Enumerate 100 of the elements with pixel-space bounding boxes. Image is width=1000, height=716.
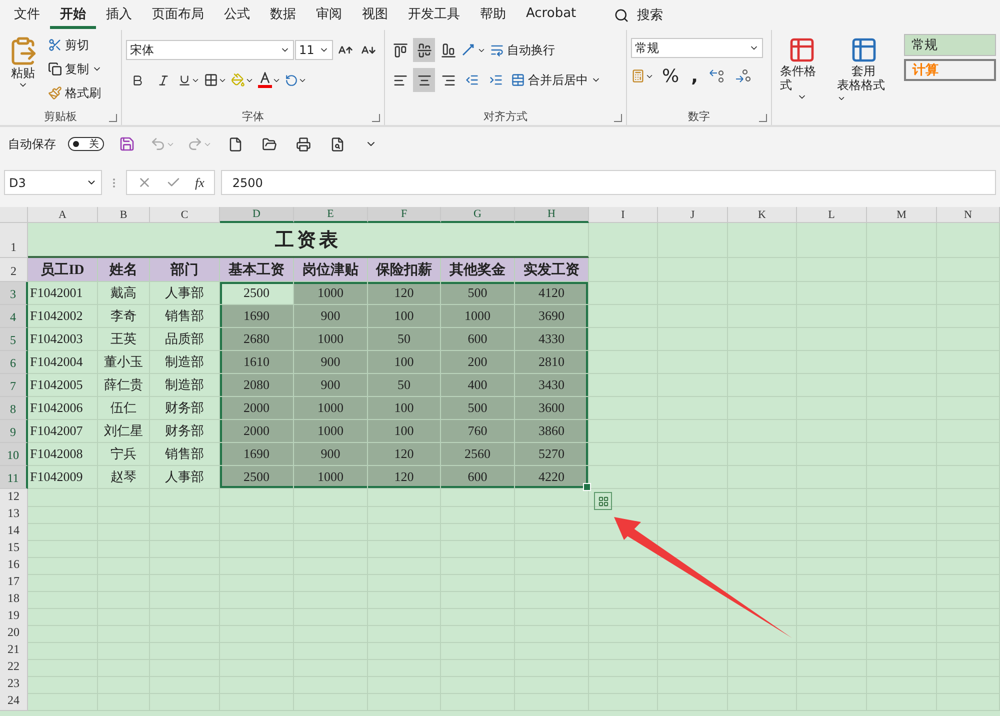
fill-handle[interactable] xyxy=(583,483,591,491)
table-cell: 120 xyxy=(368,466,441,489)
row-header[interactable]: 4 xyxy=(0,305,28,328)
merge-center-button[interactable]: 合并后居中 xyxy=(509,69,603,91)
menu-tab[interactable]: 页面布局 xyxy=(142,1,214,29)
row-header[interactable]: 16 xyxy=(0,557,28,575)
empty-cell xyxy=(589,557,658,575)
launcher-icon[interactable] xyxy=(372,114,380,122)
number-format-select[interactable]: 常规 xyxy=(631,38,763,58)
launcher-icon[interactable] xyxy=(759,114,767,122)
row-header[interactable]: 21 xyxy=(0,642,28,660)
format-painter-button[interactable]: 格式刷 xyxy=(46,82,104,104)
row-header[interactable]: 15 xyxy=(0,540,28,558)
table-cell: 4120 xyxy=(515,282,589,305)
wrap-text-button[interactable]: 自动换行 xyxy=(488,39,557,61)
font-size-select[interactable]: 11 xyxy=(295,40,333,60)
table-cell: 100 xyxy=(368,305,441,328)
table-cell: 3600 xyxy=(515,397,589,420)
percent-button[interactable]: % xyxy=(658,64,684,88)
undo-icon xyxy=(150,136,166,152)
menu-tab[interactable]: 帮助 xyxy=(470,1,516,29)
column-header[interactable]: B xyxy=(98,207,150,223)
table-cell: 760 xyxy=(441,420,515,443)
row-header[interactable]: 14 xyxy=(0,523,28,541)
row-header[interactable]: 11 xyxy=(0,466,28,489)
column-header[interactable]: J xyxy=(658,207,728,223)
table-cell: 1690 xyxy=(220,305,294,328)
column-header[interactable]: E xyxy=(294,207,368,223)
column-header[interactable]: L xyxy=(797,207,867,223)
name-box[interactable]: D3 xyxy=(4,170,102,195)
align-icon[interactable] xyxy=(413,38,435,62)
column-heading: 岗位津贴 xyxy=(294,258,368,282)
search-button[interactable]: 搜索 xyxy=(614,6,664,24)
column-header[interactable]: M xyxy=(867,207,937,223)
column-header[interactable]: G xyxy=(441,207,515,223)
column-header[interactable]: F xyxy=(368,207,441,223)
cell-style-item[interactable]: 常规 xyxy=(904,34,996,56)
row-header[interactable]: 19 xyxy=(0,608,28,626)
row-header[interactable]: 5 xyxy=(0,328,28,351)
column-header[interactable]: N xyxy=(937,207,1000,223)
table-cell: 董小玉 xyxy=(98,351,150,374)
menu-tab[interactable]: 插入 xyxy=(96,1,142,29)
quick-analysis-icon[interactable] xyxy=(594,492,612,510)
table-cell: 2560 xyxy=(441,443,515,466)
align-icon[interactable] xyxy=(413,68,435,92)
cut-button[interactable]: 剪切 xyxy=(46,34,104,56)
row-header[interactable]: 13 xyxy=(0,506,28,524)
row-header[interactable]: 20 xyxy=(0,625,28,643)
row-header[interactable]: 24 xyxy=(0,693,28,711)
menu-tab[interactable]: 开始 xyxy=(50,1,96,29)
row-header[interactable]: 10 xyxy=(0,443,28,466)
column-header[interactable]: C xyxy=(150,207,220,223)
row-header[interactable]: 12 xyxy=(0,489,28,507)
column-header[interactable]: K xyxy=(728,207,797,223)
autosave-toggle[interactable]: 关 xyxy=(68,137,104,151)
menu-tab[interactable]: Acrobat xyxy=(516,1,586,29)
row-header[interactable]: 23 xyxy=(0,676,28,694)
table-cell: 2000 xyxy=(220,420,294,443)
row-header[interactable]: 9 xyxy=(0,420,28,443)
table-cell: 2810 xyxy=(515,351,589,374)
row-header[interactable]: 3 xyxy=(0,282,28,305)
launcher-icon[interactable] xyxy=(109,114,117,122)
table-cell: 刘仁星 xyxy=(98,420,150,443)
menu-tab[interactable]: 视图 xyxy=(352,1,398,29)
row-header[interactable]: 22 xyxy=(0,659,28,677)
copy-button[interactable]: 复制 xyxy=(46,58,104,80)
insert-function-button[interactable]: fx xyxy=(195,174,204,190)
row-header[interactable]: 17 xyxy=(0,574,28,592)
menu-tab[interactable]: 数据 xyxy=(260,1,306,29)
row-header[interactable]: 18 xyxy=(0,591,28,609)
row-header[interactable]: 2 xyxy=(0,258,28,282)
table-cell: 120 xyxy=(368,443,441,466)
column-header[interactable]: D xyxy=(220,207,294,223)
column-header[interactable]: H xyxy=(515,207,589,223)
group-label: 数字 xyxy=(688,108,710,124)
table-format-button[interactable]: 套用 表格格式 xyxy=(832,34,894,125)
row-header[interactable]: 1 xyxy=(0,223,28,258)
paste-button[interactable]: 粘贴 xyxy=(4,34,42,107)
conditional-format-button[interactable]: 条件格式 xyxy=(776,34,829,125)
menu-tab[interactable]: 文件 xyxy=(4,1,50,29)
column-heading: 基本工资 xyxy=(220,258,294,282)
row-header[interactable]: 8 xyxy=(0,397,28,420)
table-cell: 100 xyxy=(368,420,441,443)
table-cell: 1000 xyxy=(294,328,368,351)
menu-tab[interactable]: 审阅 xyxy=(306,1,352,29)
launcher-icon[interactable] xyxy=(614,114,622,122)
row-header[interactable]: 7 xyxy=(0,374,28,397)
empty-cell xyxy=(728,574,797,592)
font-color-icon xyxy=(258,72,272,88)
table-cell: 5270 xyxy=(515,443,589,466)
formula-field[interactable]: 2500 xyxy=(221,170,996,195)
column-header[interactable]: A xyxy=(28,207,98,223)
cancel-icon[interactable] xyxy=(137,175,152,190)
comma-button[interactable]: , xyxy=(687,64,702,88)
table-cell: F1042009 xyxy=(28,466,98,489)
menu-tab[interactable]: 公式 xyxy=(214,1,260,29)
row-header[interactable]: 6 xyxy=(0,351,28,374)
menu-tab[interactable]: 开发工具 xyxy=(398,1,470,29)
font-name-select[interactable]: 宋体 xyxy=(126,40,294,60)
column-header[interactable]: I xyxy=(589,207,658,223)
